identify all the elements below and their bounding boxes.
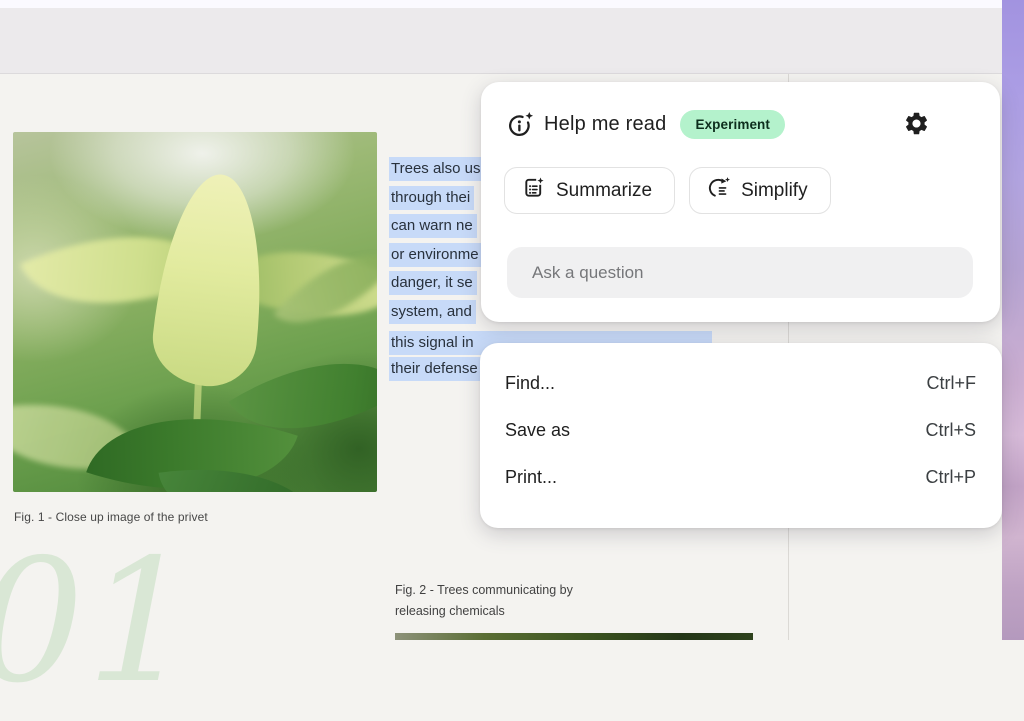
help-me-read-header: Help me read Experiment — [507, 109, 785, 139]
selected-text-line[interactable]: danger, it se — [389, 271, 477, 295]
menu-item-label: Save as — [505, 420, 571, 440]
simplify-label: Simplify — [741, 179, 808, 201]
gear-icon — [903, 112, 930, 140]
menu-item-shortcut: Ctrl+F — [926, 373, 977, 393]
info-sparkle-icon — [507, 111, 534, 138]
summarize-label: Summarize — [556, 179, 653, 201]
window-top-accent — [0, 0, 1024, 8]
selected-text-line[interactable]: through thei — [389, 186, 475, 210]
selected-text-line[interactable]: or environme — [389, 243, 483, 267]
simplify-button[interactable]: Simplify — [689, 167, 831, 214]
selected-text-line[interactable]: Trees also us — [389, 157, 485, 181]
menu-item-label: Find... — [505, 373, 556, 393]
help-me-read-panel: Help me read Experiment Summarize Simpli… — [481, 82, 1000, 322]
menu-item-shortcut: Ctrl+P — [925, 467, 976, 487]
leaf-shape — [148, 169, 274, 391]
summarize-button[interactable]: Summarize — [504, 167, 676, 214]
summarize-doc-sparkle-icon — [522, 176, 545, 205]
menu-item-find[interactable]: Find... Ctrl+F — [480, 360, 1002, 407]
settings-button[interactable] — [901, 109, 931, 139]
selected-text-line[interactable]: can warn ne — [389, 214, 477, 238]
figure-1-image — [13, 132, 377, 492]
panel-title: Help me read — [544, 112, 667, 135]
page-number-watermark: 01 — [0, 523, 197, 721]
action-buttons-row: Summarize Simplify — [504, 167, 831, 214]
selected-text-line[interactable]: system, and — [389, 300, 476, 324]
menu-item-label: Print... — [505, 467, 558, 487]
figure-1-caption: Fig. 1 - Close up image of the privet — [14, 510, 208, 524]
context-menu: Find... Ctrl+F Save as Ctrl+S Print... C… — [480, 343, 1002, 528]
menu-item-save-as[interactable]: Save as Ctrl+S — [480, 407, 1002, 454]
simplify-arrow-sparkle-icon — [707, 176, 731, 205]
desktop-wallpaper-strip — [1002, 0, 1024, 640]
menu-item-shortcut: Ctrl+S — [925, 420, 976, 440]
selected-text-line[interactable]: their defense — [389, 357, 482, 381]
browser-toolbar — [0, 8, 1024, 74]
figure-2-caption: Fig. 2 - Trees communicating by releasin… — [395, 583, 573, 618]
ask-question-input[interactable] — [507, 247, 973, 298]
experiment-badge: Experiment — [680, 109, 785, 139]
menu-item-print[interactable]: Print... Ctrl+P — [480, 454, 1002, 501]
figure-2-image — [395, 633, 753, 640]
